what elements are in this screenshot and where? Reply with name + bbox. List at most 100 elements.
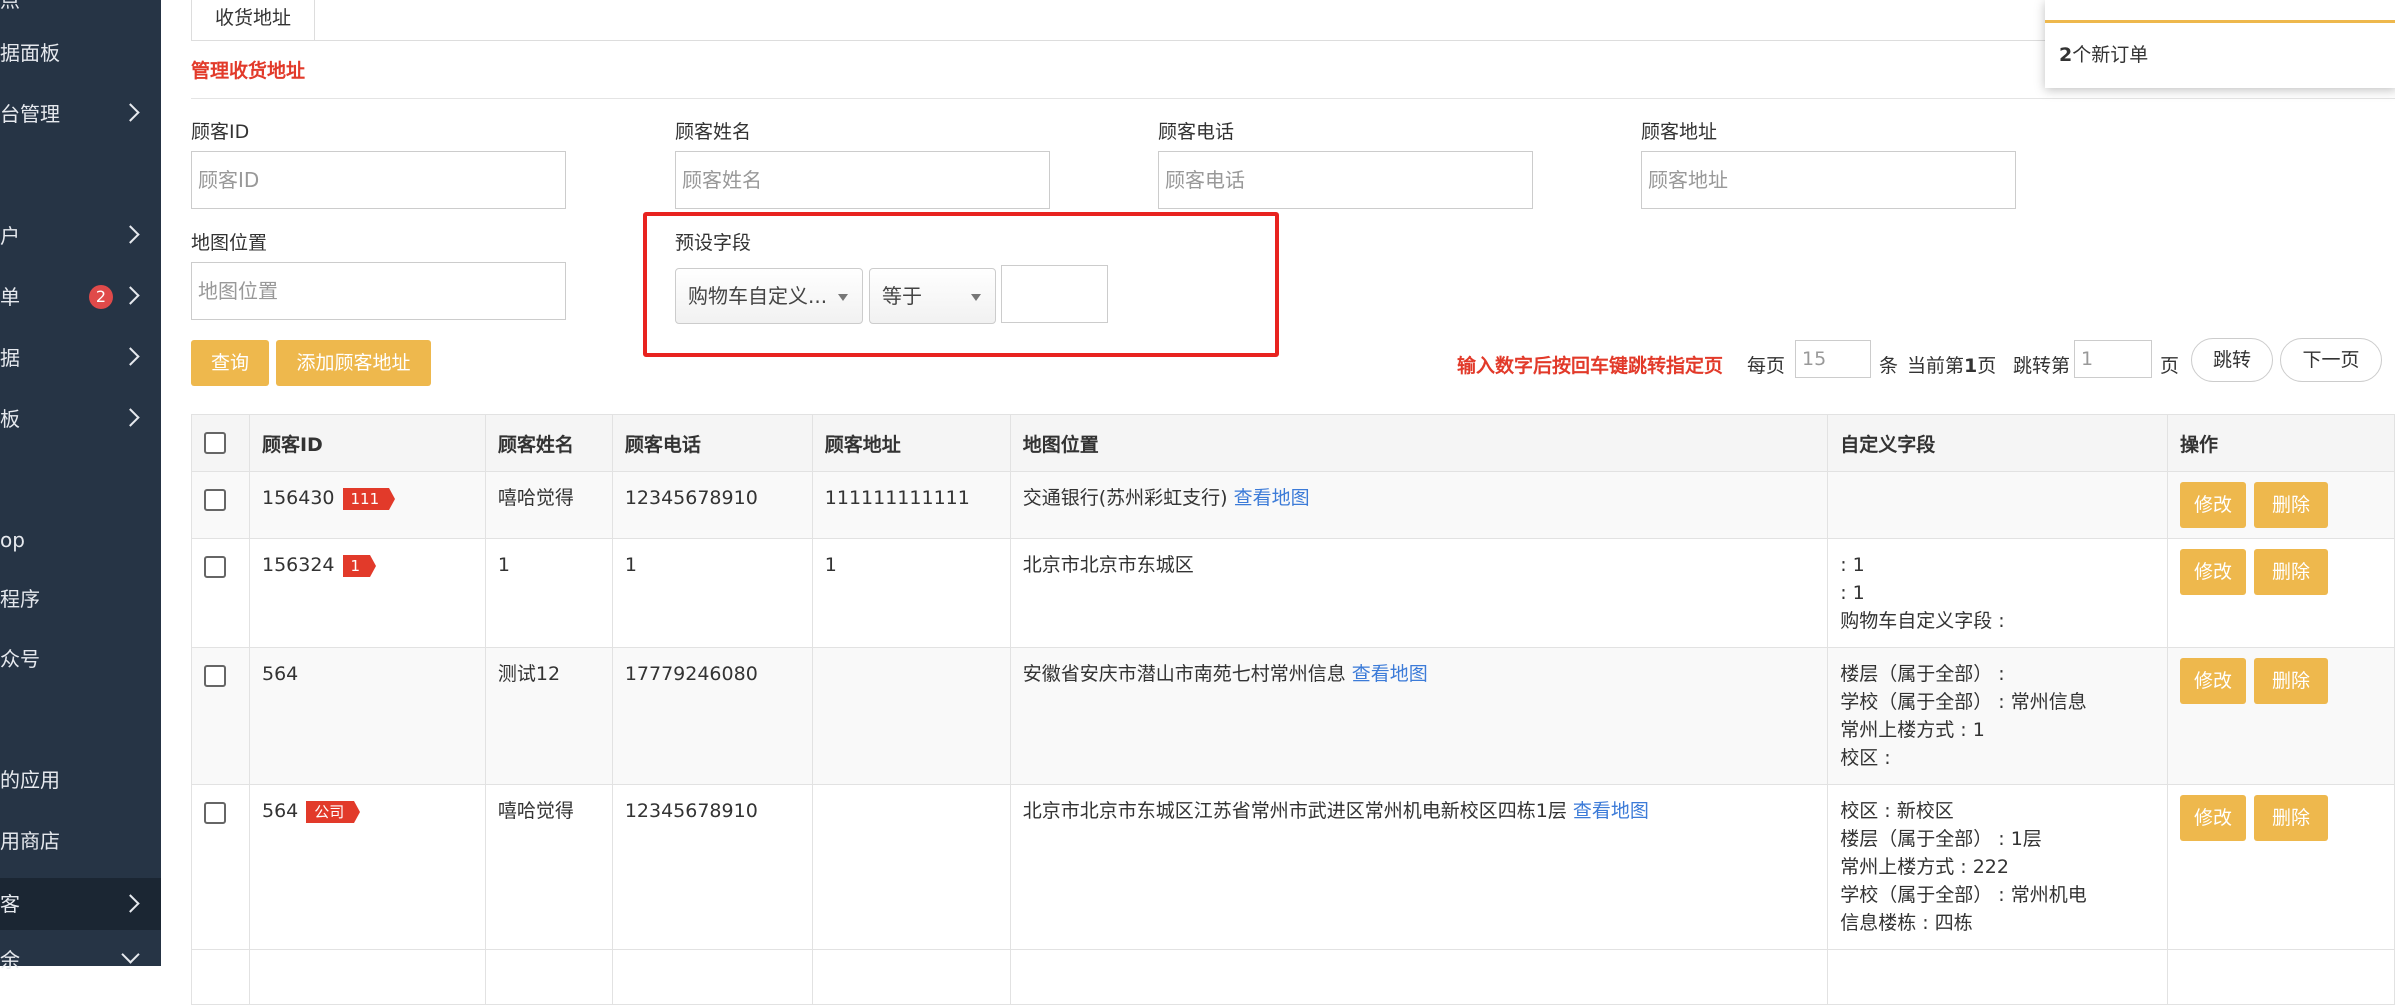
- title-divider: [191, 98, 2395, 99]
- notification-label: 个新订单: [2072, 44, 2149, 66]
- customer-id-cell: 564 公司: [248, 784, 486, 950]
- customer-phone-cell: 1: [611, 538, 813, 648]
- row-checkbox[interactable]: [204, 556, 226, 578]
- preset-field-select[interactable]: 购物车自定义...: [675, 268, 863, 324]
- view-map-link[interactable]: 查看地图: [1573, 800, 1649, 822]
- preset-value-input[interactable]: [1001, 265, 1108, 323]
- custom-field-line: 信息楼栋 : 四栋: [1840, 912, 1973, 934]
- sidebar-item-app-store[interactable]: 用商店: [0, 819, 161, 863]
- empty-cell: [1009, 949, 1829, 1005]
- customer-name-cell: 嘻哈觉得: [484, 471, 613, 539]
- jump-page-input[interactable]: [2074, 340, 2152, 378]
- notification-text: 2个新订单: [2059, 40, 2148, 67]
- chevron-right-icon: [121, 286, 140, 305]
- query-button[interactable]: 查询: [191, 340, 269, 386]
- customer-address-input[interactable]: [1641, 151, 2016, 209]
- view-map-link[interactable]: 查看地图: [1352, 663, 1428, 685]
- column-header: 顾客ID: [248, 414, 486, 472]
- customer-name-cell: 1: [484, 538, 613, 648]
- map-location-text: 安徽省安庆市潜山市南苑七村常州信息: [1022, 663, 1346, 685]
- sidebar-item-mini-program[interactable]: 程序: [0, 577, 161, 621]
- actions-cell: 修改 删除: [2167, 471, 2395, 539]
- customer-name-label: 顾客姓名: [675, 121, 752, 143]
- current-page-suffix: 页: [1977, 355, 1997, 377]
- sidebar-item-dashboard[interactable]: 据面板: [0, 31, 161, 75]
- order-count-badge: 2: [89, 285, 113, 309]
- select-all-checkbox[interactable]: [204, 432, 226, 455]
- row-checkbox[interactable]: [204, 489, 226, 511]
- customer-phone-input[interactable]: [1158, 151, 1533, 209]
- map-location-input[interactable]: [191, 262, 566, 320]
- sidebar-item-label: 单: [0, 285, 20, 309]
- chevron-right-icon: [121, 103, 140, 122]
- sidebar-item-balance[interactable]: 余: [0, 938, 161, 982]
- sidebar-item-orders[interactable]: 单 2: [0, 275, 161, 319]
- sidebar-item-label: 余: [0, 948, 20, 972]
- actions-cell: 修改 删除: [2167, 784, 2395, 950]
- per-page-label: 每页: [1747, 355, 1786, 377]
- jump-button[interactable]: 跳转: [2191, 338, 2273, 382]
- custom-fields-cell: 校区 : 新校区 楼层（属于全部） : 1层 常州上楼方式 : 222 学校（属于全部…: [1827, 784, 2169, 950]
- edit-button[interactable]: 修改: [2180, 549, 2247, 595]
- new-order-notification[interactable]: 2个新订单: [2045, 0, 2395, 88]
- sidebar-item-templates[interactable]: 板: [0, 397, 161, 441]
- edit-button[interactable]: 修改: [2180, 658, 2247, 704]
- sidebar-item-label: 众号: [0, 647, 40, 671]
- customer-id-cell: 156324 1: [248, 538, 486, 648]
- per-page-unit: 条: [1879, 355, 1899, 377]
- column-header: 顾客地址: [811, 414, 1011, 472]
- delete-button[interactable]: 删除: [2254, 482, 2329, 528]
- customer-id-cell: 156430 111: [248, 471, 486, 539]
- custom-field-line: 常州上楼方式 : 1: [1840, 719, 1985, 741]
- sidebar-item-top-stub[interactable]: 点: [0, 0, 161, 22]
- custom-field-line: : 1: [1840, 582, 1865, 604]
- row-checkbox[interactable]: [204, 665, 226, 687]
- edit-button[interactable]: 修改: [2180, 482, 2247, 528]
- column-header: 自定义字段: [1827, 414, 2169, 472]
- chevron-right-icon: [121, 408, 140, 427]
- view-map-link[interactable]: 查看地图: [1234, 487, 1310, 509]
- custom-field-line: 楼层（属于全部） :: [1840, 663, 2005, 685]
- sidebar-item-customers[interactable]: 客: [0, 878, 161, 930]
- custom-field-line: 校区 : 新校区: [1840, 800, 1954, 822]
- delete-button[interactable]: 删除: [2254, 658, 2329, 704]
- sidebar-item-data[interactable]: 据: [0, 336, 161, 380]
- map-location-text: 北京市北京市东城区: [1022, 554, 1194, 576]
- row-checkbox[interactable]: [204, 802, 226, 824]
- per-page-input[interactable]: [1795, 340, 1871, 378]
- sidebar-item-label: 台管理: [0, 102, 60, 126]
- edit-button[interactable]: 修改: [2180, 795, 2247, 841]
- tab-shipping-address[interactable]: 收货地址: [191, 0, 315, 41]
- row-select-cell: [191, 949, 250, 1005]
- customer-id-input[interactable]: [191, 151, 566, 209]
- chevron-right-icon: [121, 347, 140, 366]
- column-header: 地图位置: [1009, 414, 1829, 472]
- empty-cell: [2167, 949, 2395, 1005]
- next-page-button[interactable]: 下一页: [2280, 338, 2382, 382]
- current-page-number: 1: [1964, 355, 1978, 377]
- sidebar-item-users[interactable]: 户: [0, 214, 161, 258]
- page-title: 管理收货地址: [191, 60, 306, 82]
- customer-phone-label: 顾客电话: [1158, 121, 1235, 143]
- sidebar-item-app[interactable]: op: [0, 518, 161, 562]
- chevron-down-icon: [121, 945, 140, 964]
- customer-phone-cell: 17779246080: [611, 647, 813, 785]
- sidebar-item-official-account[interactable]: 众号: [0, 637, 161, 681]
- customer-name-input[interactable]: [675, 151, 1050, 209]
- add-customer-address-button[interactable]: 添加顾客地址: [276, 340, 431, 386]
- sidebar-item-label: op: [0, 528, 25, 552]
- sidebar-item-my-apps[interactable]: 的应用: [0, 758, 161, 802]
- row-select-cell: [191, 784, 250, 950]
- sidebar-item-label: 据: [0, 346, 20, 370]
- column-header: 顾客姓名: [484, 414, 613, 472]
- select-all-cell: [191, 414, 250, 472]
- custom-field-line: 校区 :: [1840, 747, 1891, 769]
- preset-field-select-value: 购物车自定义...: [688, 284, 828, 308]
- sidebar: 点 据面板 台管理 户 单 2 据 板 op 程序 众号 的应用 用商店 客 余: [0, 0, 161, 972]
- delete-button[interactable]: 删除: [2254, 795, 2329, 841]
- delete-button[interactable]: 删除: [2254, 549, 2329, 595]
- customer-address-cell: [811, 784, 1011, 950]
- sidebar-item-platform-management[interactable]: 台管理: [0, 92, 161, 136]
- caret-down-icon: [838, 294, 848, 301]
- operator-select[interactable]: 等于: [869, 268, 996, 324]
